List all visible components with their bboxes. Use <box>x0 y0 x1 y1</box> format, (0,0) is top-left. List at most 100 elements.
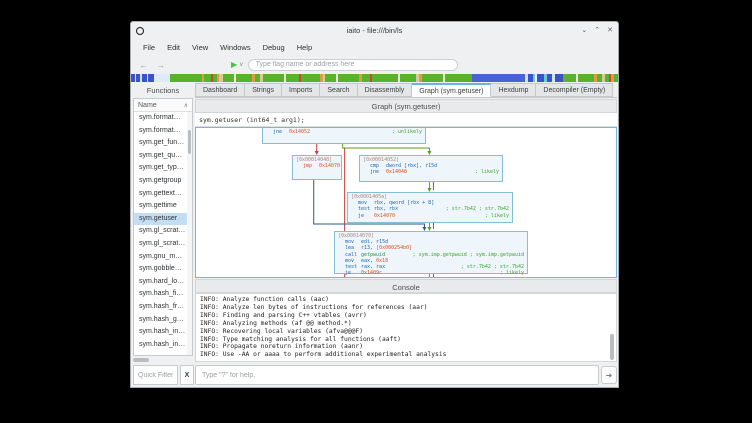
memory-segment <box>614 74 618 82</box>
quick-filter-input[interactable] <box>133 365 178 385</box>
clear-filter-button[interactable]: X <box>180 365 194 385</box>
graph-canvas[interactable]: test rbx, rbx ; str.7b42 ; str.7a42jne 0… <box>195 127 617 278</box>
function-item[interactable]: sym.gettime <box>134 200 187 213</box>
memory-segment <box>472 74 525 82</box>
asm-comment: ; likely <box>467 169 499 175</box>
tab-strings[interactable]: Strings <box>245 83 282 97</box>
basic-block[interactable]: [0x00014052]cmp dword [rbx], r15d jne 0x… <box>359 155 503 182</box>
memory-segment <box>286 74 299 82</box>
toolbar: ← → ▶ ∨ <box>131 56 618 73</box>
console-vertical-scrollbar[interactable] <box>610 324 615 362</box>
function-item[interactable]: sym.getgroup <box>134 175 187 188</box>
memory-segment <box>263 74 284 82</box>
menu-item-windows[interactable]: Windows <box>214 41 256 54</box>
asm-line: je 0x1409c ; likely <box>338 270 524 276</box>
function-item[interactable]: sym.hash_fr… <box>134 301 187 314</box>
function-item[interactable]: sym.get_typ… <box>134 162 187 175</box>
memory-segment <box>223 74 234 82</box>
basic-block[interactable]: [0x0001405a]mov rbx, qword [rbx + 8] tes… <box>347 192 513 223</box>
menu-item-edit[interactable]: Edit <box>161 41 186 54</box>
function-item[interactable]: sym.get_fun… <box>134 137 187 150</box>
memory-segment <box>400 74 416 82</box>
forward-icon[interactable]: → <box>156 60 165 70</box>
function-item[interactable]: sym.hard_lo… <box>134 276 187 289</box>
memory-segment <box>372 74 399 82</box>
scrollbar-thumb[interactable] <box>188 130 191 154</box>
console-dock-title-bar: Console <box>195 279 617 293</box>
function-item[interactable]: sym.get_qu… <box>134 150 187 163</box>
scrollbar-thumb[interactable] <box>133 358 149 362</box>
tab-imports[interactable]: Imports <box>282 83 320 97</box>
function-item[interactable]: sym.format… <box>134 125 187 138</box>
functions-dock-title: Functions <box>131 83 195 98</box>
memory-segment <box>154 74 170 82</box>
console-line: INFO: Use -AA or aaaa to perform additio… <box>200 351 612 359</box>
graph-dock-title-bar: Graph (sym.getuser) <box>195 99 617 113</box>
tab-graph-sym-getuser-[interactable]: Graph (sym.getuser) <box>412 83 491 97</box>
memory-segment <box>170 74 202 82</box>
arrow-right-icon: ➜ <box>606 371 613 380</box>
console-line: INFO: Type matching analysis for all fun… <box>200 336 612 344</box>
tab-dashboard[interactable]: Dashboard <box>195 83 245 97</box>
continue-icon[interactable]: ▶ <box>231 60 237 69</box>
function-item[interactable]: sym.hash_fi… <box>134 288 187 301</box>
memory-segment <box>301 74 320 82</box>
window-title: iaito - file:///bin/ls <box>131 26 618 35</box>
menu-item-debug[interactable]: Debug <box>257 41 291 54</box>
function-item[interactable]: sym.hash_g… <box>134 314 187 327</box>
memory-segment <box>445 74 472 82</box>
menu-item-view[interactable]: View <box>186 41 214 54</box>
asm-comment: ; sym.imp.getpwuid ; sym.imp.getpwuid <box>405 252 524 258</box>
tab-decompiler-empty-[interactable]: Decompiler (Empty) <box>536 83 613 97</box>
search-input[interactable] <box>248 59 458 71</box>
functions-horizontal-scrollbar[interactable] <box>133 358 193 362</box>
memory-segment <box>362 74 370 82</box>
function-item[interactable]: sym.hash_in… <box>134 339 187 352</box>
basic-block[interactable]: [0x00014048]jmp 0x14070 <box>292 155 342 180</box>
asm-line: jne 0x14048 ; likely <box>363 169 499 175</box>
console-line: INFO: Recovering local variables (afva@@… <box>200 328 612 336</box>
function-item[interactable]: sym.gettext… <box>134 188 187 201</box>
functions-column-header[interactable]: Name ∧ <box>134 99 192 112</box>
function-item[interactable]: sym.hash_in… <box>134 326 187 339</box>
function-item[interactable]: sym.gobble… <box>134 263 187 276</box>
function-item[interactable]: sym.format… <box>134 112 187 125</box>
memory-segment <box>537 74 544 82</box>
scrollbar-thumb[interactable] <box>610 334 614 360</box>
menu-item-file[interactable]: File <box>137 41 161 54</box>
basic-block[interactable]: test rbx, rbx ; str.7b42 ; str.7a42jne 0… <box>262 127 426 144</box>
asm-line: jne 0x14052 ; unlikely <box>266 129 422 135</box>
minimize-icon[interactable]: ⌄ <box>581 27 587 34</box>
functions-vertical-scrollbar[interactable] <box>187 112 192 355</box>
memory-map-bar[interactable] <box>131 74 618 82</box>
console-command-input[interactable] <box>195 365 599 385</box>
close-icon[interactable]: ✕ <box>607 27 613 34</box>
execute-command-button[interactable]: ➜ <box>601 366 617 384</box>
asm-line: jmp 0x14070 <box>296 163 338 169</box>
menu-item-help[interactable]: Help <box>291 41 318 54</box>
asm-text: je 0x14070 <box>351 213 395 219</box>
tab-search[interactable]: Search <box>320 83 357 97</box>
asm-line: je 0x14070 ; likely <box>351 213 509 219</box>
tab-hexdump[interactable]: Hexdump <box>491 83 536 97</box>
asm-comment: ; unlikely <box>384 129 422 135</box>
console-line: INFO: Finding and parsing C++ vtables (a… <box>200 312 612 320</box>
memory-segment <box>204 74 211 82</box>
basic-block[interactable]: [0x00014070]mov edi, r15d lea r13, [0x00… <box>334 231 528 274</box>
tab-disassembly[interactable]: Disassembly <box>358 83 413 97</box>
sort-ascending-icon: ∧ <box>184 102 188 109</box>
maximize-icon[interactable]: ⌃ <box>594 27 600 34</box>
asm-text: jmp 0x14070 <box>296 163 340 169</box>
memory-segment <box>338 74 359 82</box>
function-item[interactable]: sym.gl_scrat… <box>134 225 187 238</box>
console-output: INFO: Analyze function calls (aac)INFO: … <box>195 293 617 362</box>
title-bar[interactable]: iaito - file:///bin/ls ⌄ ⌃ ✕ <box>131 22 618 39</box>
function-item[interactable]: sym.gl_scrat… <box>134 238 187 251</box>
asm-text: jne 0x14052 <box>266 129 310 135</box>
function-item[interactable]: sym.gnu_m… <box>134 251 187 264</box>
app-window: iaito - file:///bin/ls ⌄ ⌃ ✕ FileEditVie… <box>130 21 619 388</box>
function-item[interactable]: sym.getuser <box>134 213 187 226</box>
back-icon[interactable]: ← <box>139 60 148 70</box>
chevron-down-icon[interactable]: ∨ <box>239 61 243 68</box>
console-line: INFO: Analyze len bytes of instructions … <box>200 304 612 312</box>
